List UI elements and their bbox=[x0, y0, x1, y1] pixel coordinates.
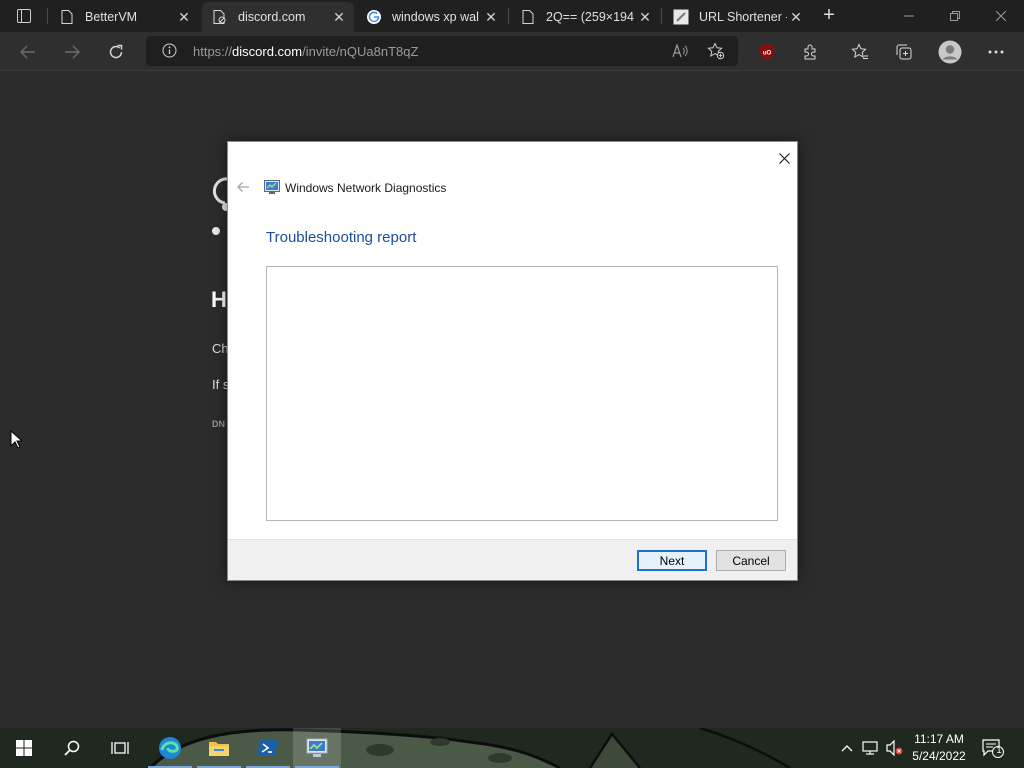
network-diagnostics-taskbar-icon[interactable] bbox=[293, 728, 341, 768]
minimize-icon[interactable] bbox=[886, 0, 932, 32]
back-arrow-icon[interactable] bbox=[14, 38, 42, 66]
tab-separator bbox=[508, 8, 509, 24]
system-clock[interactable]: 11:17 AM 5/24/2022 bbox=[906, 731, 972, 765]
url-path: /invite/nQUa8nT8qZ bbox=[302, 44, 419, 59]
page-error-code: DN bbox=[212, 419, 225, 429]
tab-title: 2Q== (259×194 bbox=[546, 10, 634, 24]
tab-title: BetterVM bbox=[85, 10, 138, 24]
extensions-icon[interactable] bbox=[799, 40, 823, 64]
tab-close-icon[interactable]: ✕ bbox=[330, 8, 348, 26]
tab-discord[interactable]: discord.com ✕ bbox=[202, 2, 354, 32]
url-scheme: https:// bbox=[193, 44, 233, 59]
forward-arrow-icon[interactable] bbox=[58, 38, 86, 66]
tab-actions-menu-icon[interactable] bbox=[8, 4, 40, 28]
more-options-icon[interactable] bbox=[984, 40, 1008, 64]
link-icon bbox=[673, 9, 689, 25]
close-icon[interactable] bbox=[773, 147, 795, 169]
network-diagnostics-icon bbox=[264, 179, 280, 195]
cancel-button[interactable]: Cancel bbox=[716, 550, 786, 571]
clock-date: 5/24/2022 bbox=[912, 749, 966, 763]
tab-close-icon[interactable]: ✕ bbox=[787, 8, 805, 26]
page-icon bbox=[59, 9, 75, 25]
tab-title: windows xp wal bbox=[392, 10, 479, 24]
task-view-icon[interactable] bbox=[96, 728, 144, 768]
search-icon[interactable] bbox=[48, 728, 96, 768]
dialog-footer: Next Cancel bbox=[228, 539, 797, 580]
powershell-icon[interactable] bbox=[244, 728, 292, 768]
tab-separator bbox=[661, 8, 662, 24]
google-icon bbox=[366, 9, 382, 25]
edge-browser-icon[interactable] bbox=[146, 728, 194, 768]
url-text[interactable]: https://discord.com/invite/nQUa8nT8qZ bbox=[193, 44, 418, 59]
troubleshooting-report-box[interactable] bbox=[266, 266, 778, 521]
start-windows-icon[interactable] bbox=[0, 728, 48, 768]
clock-time: 11:17 AM bbox=[914, 732, 964, 746]
site-info-icon[interactable] bbox=[162, 43, 177, 63]
back-arrow-icon[interactable] bbox=[234, 178, 252, 196]
tab-separator bbox=[47, 8, 48, 24]
profile-avatar-icon[interactable] bbox=[937, 39, 963, 65]
tab-strip: BetterVM ✕ discord.com ✕ windows xp wal … bbox=[0, 0, 1024, 32]
collections-icon[interactable] bbox=[892, 40, 916, 64]
tab-close-icon[interactable]: ✕ bbox=[175, 8, 193, 26]
mouse-cursor-icon bbox=[10, 429, 24, 454]
favorites-icon[interactable] bbox=[848, 40, 872, 64]
tab-url-shortener[interactable]: URL Shortener - ✕ bbox=[663, 2, 811, 32]
read-aloud-icon[interactable] bbox=[671, 42, 689, 60]
address-bar[interactable]: https://discord.com/invite/nQUa8nT8qZ bbox=[146, 36, 738, 66]
tab-image[interactable]: 2Q== (259×194 ✕ bbox=[510, 2, 660, 32]
page-icon bbox=[520, 9, 536, 25]
refresh-icon[interactable] bbox=[102, 38, 130, 66]
network-icon[interactable] bbox=[862, 739, 880, 757]
dialog-app-title: Windows Network Diagnostics bbox=[285, 181, 447, 195]
notification-count: 1 bbox=[996, 745, 1002, 755]
action-center-icon[interactable]: 1 bbox=[980, 736, 1006, 760]
navigation-toolbar: https://discord.com/invite/nQUa8nT8qZ uO bbox=[0, 32, 1024, 71]
network-diagnostics-dialog: Windows Network Diagnostics Troubleshoot… bbox=[227, 141, 798, 581]
file-explorer-icon[interactable] bbox=[195, 728, 243, 768]
tab-close-icon[interactable]: ✕ bbox=[636, 8, 654, 26]
new-tab-button[interactable]: + bbox=[817, 5, 841, 27]
page-heading: H bbox=[211, 287, 227, 312]
tab-close-icon[interactable]: ✕ bbox=[482, 8, 500, 26]
restore-icon[interactable] bbox=[932, 0, 978, 32]
windows-taskbar: 11:17 AM 5/24/2022 1 bbox=[0, 728, 1024, 768]
tab-title: URL Shortener - bbox=[699, 10, 787, 24]
add-favorite-icon[interactable] bbox=[707, 42, 725, 60]
svg-text:uO: uO bbox=[763, 51, 772, 57]
close-window-icon[interactable] bbox=[978, 0, 1024, 32]
volume-muted-icon[interactable] bbox=[886, 739, 904, 757]
ublock-origin-icon[interactable]: uO bbox=[755, 40, 779, 64]
chevron-up-icon[interactable] bbox=[838, 739, 856, 757]
next-button[interactable]: Next bbox=[637, 550, 707, 571]
tab-google-search[interactable]: windows xp wal ✕ bbox=[356, 2, 506, 32]
page-blocked-icon bbox=[212, 9, 228, 25]
tab-title: discord.com bbox=[238, 10, 306, 24]
dialog-heading: Troubleshooting report bbox=[266, 229, 417, 246]
url-host: discord.com bbox=[232, 44, 303, 59]
tab-bettervm[interactable]: BetterVM ✕ bbox=[49, 2, 199, 32]
